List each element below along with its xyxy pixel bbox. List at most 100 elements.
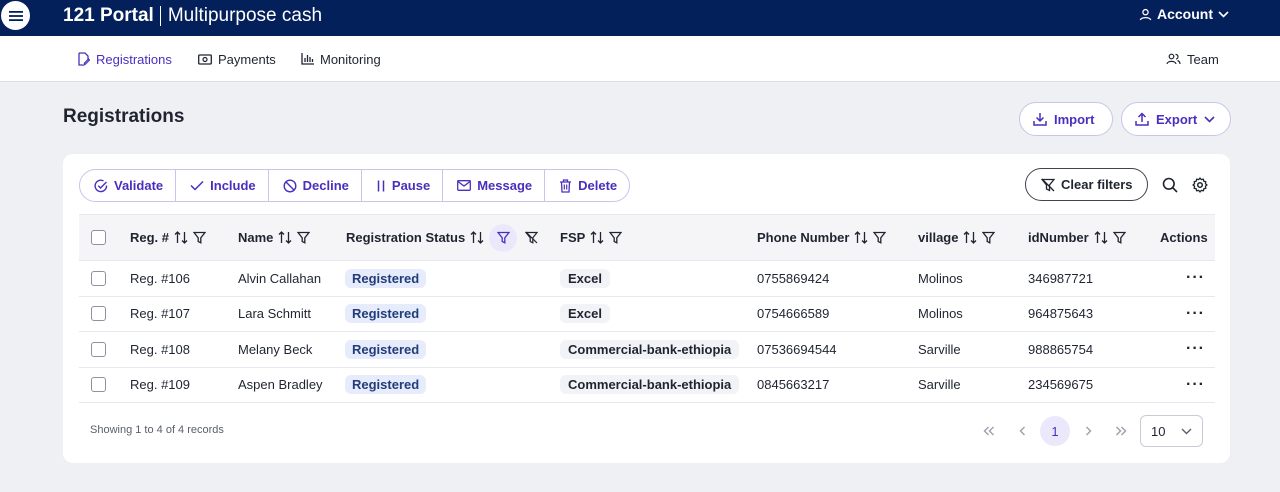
filter-button-village[interactable] [982,231,996,244]
nav-monitoring[interactable]: Monitoring [301,36,381,82]
team-icon [1166,53,1181,65]
include-button[interactable]: Include [176,170,269,201]
page-button-current[interactable]: 1 [1040,416,1070,446]
settings-button[interactable] [1190,175,1210,195]
cell-id: 234569675 [1028,377,1094,393]
decline-button[interactable]: Decline [269,170,362,201]
cell-name: Aspen Bradley [238,377,323,393]
clear-filters-button[interactable]: Clear filters [1025,168,1148,201]
export-label: Export [1156,111,1198,127]
upload-icon [1135,112,1149,126]
filter-clear-icon [1041,178,1055,192]
header-fsp-label: FSP [560,230,586,245]
header-fsp: FSP [560,215,623,260]
row-checkbox-cell [91,332,106,367]
chevron-down-icon [1181,428,1192,434]
filter-button-reg[interactable] [193,231,207,244]
ban-icon [283,178,297,193]
export-button[interactable]: Export [1121,102,1231,136]
nav-registrations[interactable]: Registrations [77,36,172,82]
cell-fsp: Excel [560,261,610,296]
sort-icon [470,231,484,244]
row-checkbox[interactable] [91,306,106,322]
filter-button-fsp[interactable] [609,231,623,244]
user-icon [1139,8,1152,20]
more-actions-icon[interactable]: ··· [1186,341,1205,357]
table-row[interactable]: Reg. #108 Melany Beck Registered Commerc… [79,332,1215,368]
first-page-button[interactable] [974,416,1004,446]
download-icon [1033,113,1047,126]
clear-filters-label: Clear filters [1061,177,1133,192]
row-checkbox[interactable] [91,377,106,393]
cell-reg: Reg. #106 [130,270,190,286]
validate-button[interactable]: Validate [80,170,177,201]
table-row[interactable]: Reg. #107 Lara Schmitt Registered Excel … [79,297,1215,332]
table-header-row: Reg. # Name Registration Status FSP Phon… [79,214,1215,261]
header-status: Registration Status [346,215,539,260]
filter-icon [873,231,887,244]
more-actions-icon[interactable]: ··· [1186,305,1205,321]
nav-registrations-label: Registrations [96,51,172,67]
filter-icon [609,231,623,244]
sort-button-fsp[interactable] [590,231,604,244]
rows-per-page-select[interactable]: 10 [1140,415,1203,447]
records-summary: Showing 1 to 4 of 4 records [90,424,224,436]
message-label: Message [477,178,533,193]
nav-monitoring-label: Monitoring [320,51,381,67]
filter-button-name[interactable] [297,231,311,244]
clear-filter-button-status[interactable] [525,231,539,244]
more-actions-icon[interactable]: ··· [1186,376,1205,392]
sort-button-village[interactable] [963,231,977,244]
pause-button[interactable]: Pause [362,170,444,201]
cell-status: Registered [345,368,427,403]
header-phone-label: Phone Number [757,230,850,245]
filter-button-id[interactable] [1112,231,1126,244]
page-title: Registrations [63,106,185,127]
sort-button-id[interactable] [1094,231,1108,244]
select-all-checkbox[interactable] [91,230,106,245]
table-row[interactable]: Reg. #106 Alvin Callahan Registered Exce… [79,261,1215,297]
row-checkbox[interactable] [91,270,106,286]
search-icon [1162,177,1178,193]
sort-button-phone[interactable] [854,231,868,244]
cell-status: Registered [345,261,427,296]
sort-button-status[interactable] [470,231,484,244]
more-actions-icon[interactable]: ··· [1186,270,1205,286]
cell-fsp: Excel [560,297,610,332]
previous-page-button[interactable] [1007,416,1037,446]
cell-phone: 07536694544 [757,341,837,357]
next-page-button[interactable] [1073,416,1103,446]
message-button[interactable]: Message [443,170,546,201]
cell-id: 964875643 [1028,306,1094,322]
last-page-button[interactable] [1106,416,1136,446]
nav-payments[interactable]: Payments [198,36,276,82]
cell-phone: 0845663217 [757,377,830,393]
cell-fsp: Commercial-bank-ethiopia [560,368,740,403]
envelope-icon [457,180,472,191]
row-checkbox[interactable] [91,341,106,357]
nav-team[interactable]: Team [1166,36,1219,82]
filter-button-status-active[interactable] [489,223,518,252]
sub-navigation: Registrations Payments Monitoring Team [0,36,1280,82]
cell-id: 988865754 [1028,341,1094,357]
check-icon [190,180,204,191]
search-button[interactable] [1160,175,1180,195]
sort-button-reg[interactable] [174,231,188,244]
hamburger-menu-button[interactable] [1,1,30,30]
pause-label: Pause [391,178,431,193]
row-checkbox-cell [91,368,106,403]
cell-name: Melany Beck [238,341,313,357]
top-bar: 121 Portal Multipurpose cash Account [0,0,1280,36]
filter-button-phone[interactable] [873,231,887,244]
table-row[interactable]: Reg. #109 Aspen Bradley Registered Comme… [79,368,1215,403]
chevron-down-icon [1204,115,1215,123]
trash-icon [560,178,572,193]
delete-button[interactable]: Delete [545,170,629,201]
header-village: village [918,215,996,260]
sort-icon [174,231,188,244]
sort-button-name[interactable] [278,231,292,244]
import-button[interactable]: Import [1019,102,1113,136]
account-menu-button[interactable]: Account [1139,6,1229,22]
edit-document-icon [78,52,90,66]
fsp-tag: Commercial-bank-ethiopia [560,375,740,395]
